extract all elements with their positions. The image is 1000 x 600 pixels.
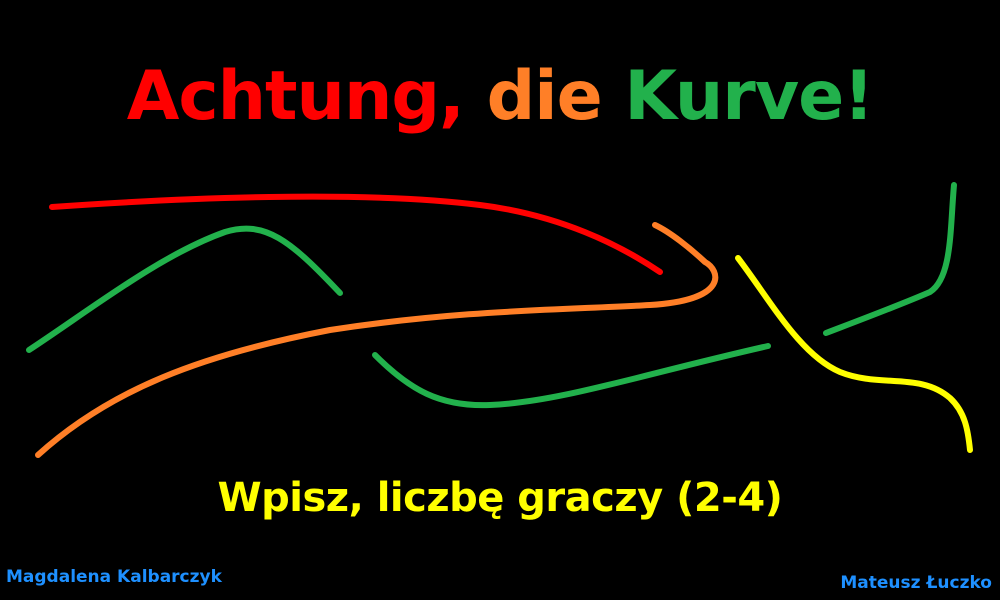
green-curve-right: [823, 182, 957, 336]
author-credit-left: Magdalena Kalbarczyk: [6, 567, 222, 587]
green-curve-bottom: [372, 343, 771, 409]
game-menu-screen: Achtung, die Kurve! Wpisz, liczbę graczy…: [0, 0, 1000, 600]
green-curve-left: [26, 225, 343, 353]
author-credit-right: Mateusz Łuczko: [840, 573, 992, 593]
player-count-prompt: Wpisz, liczbę graczy (2-4): [217, 475, 783, 521]
orange-curve: [35, 222, 719, 458]
red-curve: [49, 193, 663, 275]
